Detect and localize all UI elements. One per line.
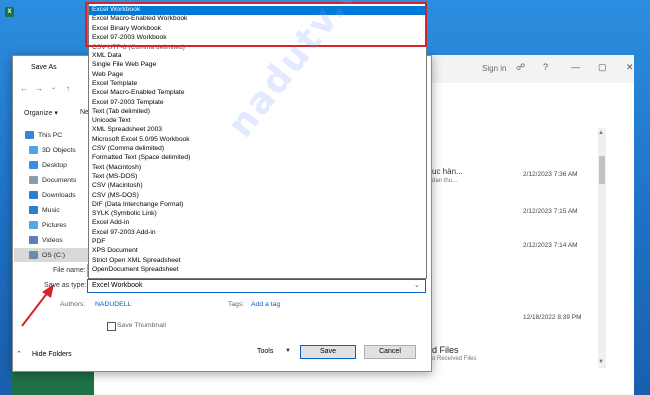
documents-icon xyxy=(29,176,38,184)
cancel-button[interactable]: Cancel xyxy=(364,345,416,359)
nav-item-label: This PC xyxy=(38,131,63,139)
minimize-button[interactable]: — xyxy=(571,62,580,72)
coauthor-icon[interactable]: ☍ xyxy=(516,62,525,73)
recent-folder-title[interactable]: d Files xyxy=(432,345,459,355)
tags-label: Tags: xyxy=(228,301,245,308)
monitor-icon xyxy=(25,131,34,139)
dropdown-option[interactable]: Formatted Text (Space delimited) xyxy=(92,154,190,161)
dropdown-option[interactable]: Microsoft Excel 5.0/95 Workbook xyxy=(92,136,190,143)
dropdown-option[interactable]: PDF xyxy=(92,238,105,245)
nav-item-3d-objects[interactable]: 3D Objects xyxy=(14,143,90,157)
recent-item-date: 2/12/2023 7:36 AM xyxy=(523,171,578,178)
scroll-down-icon[interactable]: ▼ xyxy=(598,359,604,365)
dropdown-option[interactable]: CSV (Comma delimited) xyxy=(92,145,164,152)
forward-arrow-icon[interactable]: → xyxy=(35,84,43,93)
nav-item-label: Desktop xyxy=(42,161,67,169)
dropdown-option[interactable]: Text (MS-DOS) xyxy=(92,173,137,180)
save-as-type-value: Excel Workbook xyxy=(92,282,143,289)
nav-item-documents[interactable]: Documents xyxy=(14,173,90,187)
nav-item-desktop[interactable]: Desktop xyxy=(14,158,90,172)
dropdown-option[interactable]: Strict Open XML Spreadsheet xyxy=(92,257,181,264)
cube-icon xyxy=(29,146,38,154)
authors-value[interactable]: NADUDELL xyxy=(95,301,131,308)
tools-dropdown-icon[interactable]: ▼ xyxy=(285,348,291,354)
pictures-icon xyxy=(29,221,38,229)
nav-item-downloads[interactable]: Downloads xyxy=(14,188,90,202)
drive-icon xyxy=(29,251,38,259)
authors-label: Authors: xyxy=(60,301,86,308)
nav-item-os-c[interactable]: OS (C:) xyxy=(14,248,90,262)
dropdown-option[interactable]: Excel 97-2003 Add-in xyxy=(92,229,156,236)
hide-folders-button[interactable]: Hide Folders xyxy=(32,351,72,358)
nav-item-label: Documents xyxy=(42,176,77,184)
highlight-annotation-box xyxy=(85,2,427,47)
close-window-button[interactable]: ✕ xyxy=(626,62,634,73)
maximize-button[interactable]: ▢ xyxy=(598,62,607,73)
nav-item-label: Downloads xyxy=(42,191,76,199)
dropdown-option[interactable]: OpenDocument Spreadsheet xyxy=(92,266,179,273)
back-arrow-icon[interactable]: ← xyxy=(20,84,28,93)
file-name-label: File name: xyxy=(53,267,86,274)
nav-item-pictures[interactable]: Pictures xyxy=(14,218,90,232)
dropdown-option[interactable]: SYLK (Symbolic Link) xyxy=(92,210,157,217)
tools-button[interactable]: Tools xyxy=(257,348,273,355)
excel-logo-icon: X xyxy=(5,7,14,17)
dialog-title: Save As xyxy=(31,64,57,71)
nav-item-label: Music xyxy=(42,206,60,214)
dropdown-option[interactable]: XML Spreadsheet 2003 xyxy=(92,126,162,133)
nav-item-label: Videos xyxy=(42,236,63,244)
recent-locations-chevron-icon[interactable]: ⌄ xyxy=(51,84,56,91)
recent-item-date: 2/12/2023 7:15 AM xyxy=(523,208,578,215)
recent-item-date: 2/12/2023 7:14 AM xyxy=(523,242,578,249)
nav-item-label: OS (C:) xyxy=(42,251,66,259)
annotation-arrow-icon xyxy=(21,284,54,327)
chevron-up-icon[interactable]: ⌃ xyxy=(16,350,22,358)
nav-item-label: 3D Objects xyxy=(42,146,76,154)
nav-item-label: Pictures xyxy=(42,221,67,229)
signin-link[interactable]: Sign in xyxy=(482,64,506,73)
dropdown-option[interactable]: Unicode Text xyxy=(92,117,131,124)
music-icon xyxy=(29,206,38,214)
organize-button[interactable]: Organize ▾ xyxy=(24,109,58,117)
dropdown-option[interactable]: XPS Document xyxy=(92,247,138,254)
save-thumbnail-label: Save Thumbnail xyxy=(117,322,166,329)
dropdown-option[interactable]: Excel Template xyxy=(92,80,137,87)
save-button[interactable]: Save xyxy=(300,345,356,359)
dropdown-option[interactable]: Excel 97-2003 Template xyxy=(92,99,164,106)
dropdown-option[interactable]: CSV (MS-DOS) xyxy=(92,192,139,199)
recent-scrollbar-thumb[interactable] xyxy=(599,156,605,184)
nav-item-videos[interactable]: Videos xyxy=(14,233,90,247)
up-arrow-icon[interactable]: ↑ xyxy=(66,84,70,93)
dropdown-option[interactable]: Web Page xyxy=(92,71,123,78)
desktop-icon xyxy=(29,161,38,169)
recent-item-date: 12/18/2022 8:39 PM xyxy=(523,314,582,321)
chevron-down-icon[interactable]: ⌄ xyxy=(414,281,420,289)
dropdown-option[interactable]: Excel Add-in xyxy=(92,219,129,226)
dropdown-option[interactable]: Single File Web Page xyxy=(92,61,156,68)
nav-item-this-pc[interactable]: This PC xyxy=(14,128,90,142)
help-button[interactable]: ? xyxy=(543,62,548,72)
dropdown-option[interactable]: Text (Macintosh) xyxy=(92,164,141,171)
dropdown-option[interactable]: Text (Tab delimited) xyxy=(92,108,150,115)
navigation-pane: This PC 3D Objects Desktop Documents Dow… xyxy=(14,128,90,262)
dropdown-option[interactable]: DIF (Data Interchange Format) xyxy=(92,201,183,208)
scroll-up-icon[interactable]: ▲ xyxy=(598,130,604,136)
dropdown-option[interactable]: CSV (Macintosh) xyxy=(92,182,143,189)
dropdown-option[interactable]: Excel Macro-Enabled Template xyxy=(92,89,184,96)
recent-item-title[interactable]: uc hàn... xyxy=(432,167,463,176)
nav-item-music[interactable]: Music xyxy=(14,203,90,217)
save-thumbnail-checkbox[interactable] xyxy=(107,322,116,331)
tags-input[interactable]: Add a tag xyxy=(251,301,280,308)
recent-item-sub: dan thu... xyxy=(432,178,458,184)
download-icon xyxy=(29,191,38,199)
recent-folder-sub: o Received Files xyxy=(432,356,477,362)
videos-icon xyxy=(29,236,38,244)
dropdown-option[interactable]: XML Data xyxy=(92,52,122,59)
